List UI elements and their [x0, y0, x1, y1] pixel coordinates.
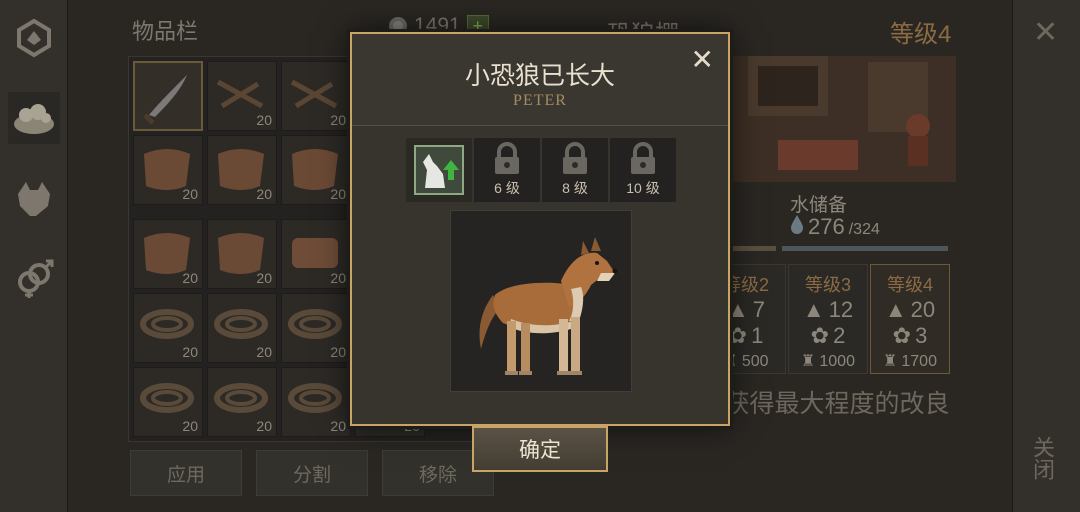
wolf-grown-dialog: 小恐狼已长大 PETER ✕ 6 级 8 级 10 级	[350, 32, 730, 426]
water-value: 276 /324	[790, 214, 880, 240]
wolf-stat-icon: ▲	[726, 297, 749, 322]
castle-icon: ♜	[883, 353, 898, 370]
left-sidebar	[0, 0, 68, 512]
item-quantity: 20	[330, 186, 346, 202]
skill-slot-locked[interactable]: 10 级	[610, 138, 676, 202]
item-quantity: 20	[256, 186, 272, 202]
gender-icon[interactable]	[8, 252, 60, 304]
item-quantity: 20	[256, 418, 272, 434]
item-quantity: 20	[182, 418, 198, 434]
water-max: /324	[848, 221, 880, 238]
level-column-current: 等级4 ▲ 20 ✿ 3 ♜ 1700	[870, 264, 950, 374]
inventory-slot[interactable]: 20	[281, 367, 351, 437]
item-quantity: 20	[330, 418, 346, 434]
level-stat-row: ✿ 2	[810, 323, 846, 348]
level-column: 等级3 ▲ 12 ✿ 2 ♜ 1000	[788, 264, 868, 374]
water-current: 276	[808, 214, 845, 239]
level-stat-row: ✿ 1	[728, 323, 764, 348]
apply-button[interactable]: 应用	[130, 450, 242, 496]
castle-icon: ♜	[801, 353, 816, 370]
skill-slot-unlocked[interactable]	[406, 138, 472, 202]
wolf-stat-icon: ▲	[802, 297, 825, 322]
close-icon[interactable]: ✕	[1033, 18, 1058, 48]
wolf-portrait	[450, 210, 632, 392]
split-button[interactable]: 分割	[256, 450, 368, 496]
level-label: 等级3	[804, 275, 851, 295]
level-stat-row: ▲ 12	[802, 297, 854, 322]
wolf-image	[451, 211, 631, 391]
item-quantity: 20	[330, 344, 346, 360]
sword-icon	[143, 75, 187, 125]
inventory-slot[interactable]	[133, 61, 203, 131]
inventory-slot[interactable]: 20	[281, 219, 351, 289]
item-quantity: 20	[256, 344, 272, 360]
skill-slot-locked[interactable]: 8 级	[542, 138, 608, 202]
water-bar	[782, 246, 948, 251]
inventory-slot[interactable]: 20	[133, 219, 203, 289]
level-stat-row: ▲ 20	[884, 297, 936, 322]
water-label: 水储备	[790, 195, 848, 216]
inventory-slot[interactable]: 20	[281, 61, 351, 131]
item-quantity: 20	[256, 270, 272, 286]
skill-level-label: 6 级	[494, 180, 520, 196]
ring-stat-icon: ✿	[810, 323, 830, 348]
level-stat-row: ♜ 1000	[801, 349, 855, 375]
lock-icon	[563, 142, 587, 174]
water-drop-icon	[791, 215, 803, 234]
ring-stat-icon: ✿	[892, 323, 912, 348]
crafting-icon[interactable]	[8, 12, 60, 64]
item-quantity: 20	[182, 344, 198, 360]
dialog-header: 小恐狼已长大 PETER ✕	[352, 34, 728, 126]
level-stat-row: ♜ 500	[723, 349, 768, 375]
lock-icon	[631, 142, 655, 174]
skill-slots: 6 级 8 级 10 级	[406, 138, 676, 202]
food-icon[interactable]	[8, 92, 60, 144]
skill-level-label: 8 级	[562, 180, 588, 196]
close-button[interactable]: 关闭	[1030, 436, 1058, 480]
confirm-button[interactable]: 确定	[472, 426, 608, 472]
skill-level-label: 10 级	[626, 180, 660, 196]
level-label: 等级4	[886, 275, 933, 295]
inventory-slot[interactable]: 20	[281, 135, 351, 205]
den-image	[718, 56, 956, 182]
wolf-grow-icon	[414, 145, 464, 195]
inventory-slot[interactable]: 20	[281, 293, 351, 363]
wolf-icon[interactable]	[8, 172, 60, 224]
item-quantity: 20	[256, 112, 272, 128]
dialog-close-icon[interactable]: ✕	[691, 46, 714, 74]
inventory-slot[interactable]: 20	[133, 293, 203, 363]
item-quantity: 20	[182, 270, 198, 286]
item-quantity: 20	[330, 270, 346, 286]
level-stat-row: ♜ 1700	[883, 349, 937, 375]
dialog-title: 小恐狼已长大	[464, 62, 615, 90]
level-stat-row: ▲ 7	[726, 297, 766, 322]
inventory-slot[interactable]: 20	[207, 61, 277, 131]
inventory-slot[interactable]: 20	[207, 135, 277, 205]
inventory-slot[interactable]: 20	[207, 293, 277, 363]
wolf-stat-icon: ▲	[884, 297, 907, 322]
inventory-title: 物品栏	[132, 19, 199, 44]
inventory-slot[interactable]: 20	[133, 135, 203, 205]
wolf-name: PETER	[513, 92, 567, 109]
skill-slot-locked[interactable]: 6 级	[474, 138, 540, 202]
den-level: 等级4	[890, 21, 952, 48]
inventory-slot[interactable]: 20	[133, 367, 203, 437]
item-quantity: 20	[330, 112, 346, 128]
item-quantity: 20	[182, 186, 198, 202]
lock-icon	[495, 142, 519, 174]
level-stat-row: ✿ 3	[892, 323, 928, 348]
inventory-slot[interactable]: 20	[207, 367, 277, 437]
inventory-slot[interactable]: 20	[207, 219, 277, 289]
ring-stat-icon: ✿	[728, 323, 748, 348]
